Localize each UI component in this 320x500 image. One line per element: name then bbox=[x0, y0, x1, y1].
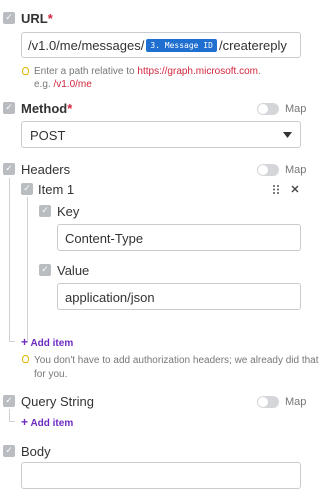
plus-icon: + bbox=[21, 335, 29, 349]
key-input[interactable]: Content-Type bbox=[57, 224, 301, 251]
url-value-suffix: /createreply bbox=[218, 38, 287, 53]
query-string-collapse-checkbox[interactable]: ✓ bbox=[3, 395, 15, 407]
url-hint-link[interactable]: https://graph.microsoft.com bbox=[137, 66, 258, 77]
item1-collapse-checkbox[interactable]: ✓ bbox=[21, 183, 33, 195]
dropdown-arrow-icon bbox=[283, 132, 292, 138]
lightbulb-icon bbox=[22, 67, 29, 75]
url-collapse-checkbox[interactable]: ✓ bbox=[3, 12, 15, 24]
query-string-add-item-button[interactable]: + Add item bbox=[21, 415, 73, 429]
method-label: Method* bbox=[21, 101, 72, 116]
key-input-value: Content-Type bbox=[65, 231, 144, 246]
value-input-value: application/json bbox=[65, 290, 155, 305]
method-required-mark: * bbox=[67, 101, 73, 116]
body-collapse-checkbox[interactable]: ✓ bbox=[3, 445, 15, 457]
query-tree-line bbox=[9, 409, 10, 421]
value-label: Value bbox=[57, 263, 90, 278]
plus-icon: + bbox=[21, 415, 29, 429]
drag-handle-icon[interactable] bbox=[273, 185, 279, 194]
headers-map-label: Map bbox=[285, 164, 307, 176]
query-string-add-item-label: Add item bbox=[30, 418, 74, 429]
url-hint-text: Enter a path relative to bbox=[34, 66, 138, 77]
lightbulb-icon bbox=[22, 355, 29, 363]
query-string-label: Query String bbox=[21, 394, 94, 409]
query-string-map-toggle[interactable] bbox=[257, 396, 279, 408]
key-label: Key bbox=[57, 204, 80, 219]
query-tree-branch bbox=[9, 421, 15, 422]
headers-label: Headers bbox=[21, 162, 71, 177]
headers-tree-branch bbox=[9, 341, 15, 342]
item1-tree-line bbox=[27, 197, 28, 342]
url-hint-eg-value: /v1.0/me bbox=[53, 79, 92, 90]
headers-add-item-button[interactable]: + Add item bbox=[21, 335, 73, 349]
url-hint-dot: . bbox=[258, 66, 261, 77]
method-map-toggle[interactable] bbox=[257, 103, 279, 115]
method-select[interactable]: POST bbox=[21, 121, 301, 148]
close-icon[interactable] bbox=[291, 185, 299, 193]
body-input[interactable] bbox=[21, 462, 301, 489]
key-collapse-checkbox[interactable]: ✓ bbox=[39, 205, 51, 217]
value-input[interactable]: application/json bbox=[57, 283, 301, 310]
headers-tree-line bbox=[9, 178, 10, 341]
method-select-value: POST bbox=[30, 128, 66, 143]
headers-add-item-label: Add item bbox=[30, 338, 74, 349]
method-label-text: Method bbox=[21, 101, 68, 116]
url-input[interactable]: /v1.0/me/messages/3. Message ID/createre… bbox=[21, 32, 301, 58]
headers-collapse-checkbox[interactable]: ✓ bbox=[3, 163, 15, 175]
url-hint-eg-prefix: e.g. bbox=[34, 79, 54, 90]
url-label-text: URL bbox=[21, 11, 48, 26]
url-value-prefix: /v1.0/me/messages/ bbox=[28, 38, 145, 53]
item1-title: Item 1 bbox=[38, 182, 75, 197]
headers-note-line1: You don't have to add authorization head… bbox=[34, 355, 319, 366]
headers-map-toggle[interactable] bbox=[257, 164, 279, 176]
url-hint-example: e.g. /v1.0/me bbox=[34, 78, 92, 91]
value-collapse-checkbox[interactable]: ✓ bbox=[39, 264, 51, 276]
body-label: Body bbox=[21, 444, 51, 459]
url-token-pill[interactable]: 3. Message ID bbox=[146, 39, 217, 52]
toggle-knob bbox=[258, 104, 268, 114]
method-collapse-checkbox[interactable]: ✓ bbox=[3, 102, 15, 114]
url-hint: Enter a path relative to https://graph.m… bbox=[34, 65, 261, 78]
url-label: URL* bbox=[21, 11, 53, 26]
url-required-mark: * bbox=[47, 11, 53, 26]
toggle-knob bbox=[258, 165, 268, 175]
toggle-knob bbox=[258, 397, 268, 407]
headers-note-line2: for you. bbox=[34, 369, 68, 380]
method-map-label: Map bbox=[285, 103, 307, 115]
query-string-map-label: Map bbox=[285, 396, 307, 408]
